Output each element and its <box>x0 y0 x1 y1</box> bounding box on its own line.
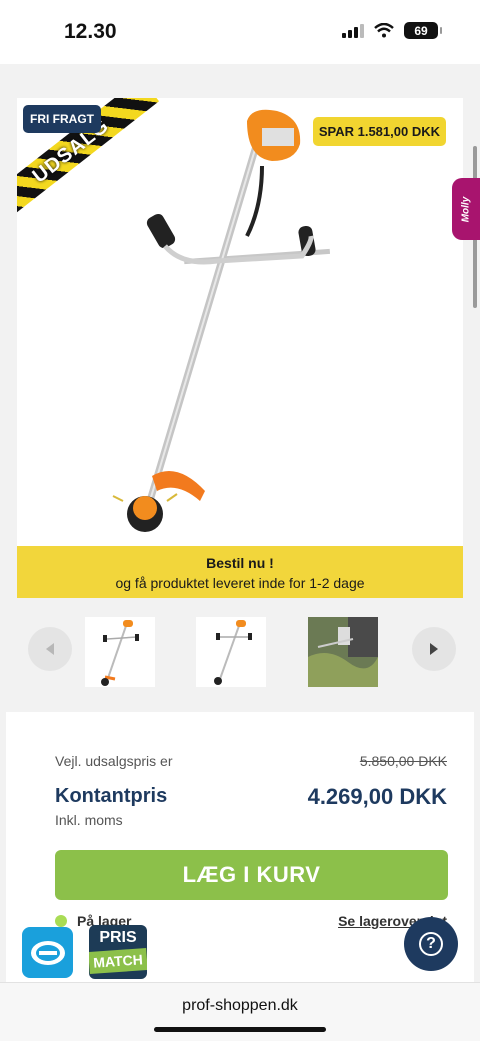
recommended-price-label: Vejl. udsalgspris er <box>55 753 173 769</box>
prismatch-line-2: MATCH <box>89 948 147 974</box>
browser-url-bar[interactable]: prof-shoppen.dk <box>0 982 480 1041</box>
help-icon: ? <box>419 932 443 956</box>
savings-badge: SPAR 1.581,00 DKK <box>312 117 446 146</box>
carousel-prev-button[interactable] <box>28 627 72 671</box>
home-indicator[interactable] <box>154 1027 326 1032</box>
chevron-left-icon <box>46 643 54 655</box>
thumbnail-3[interactable] <box>308 617 378 687</box>
trimmer-thumbnail-image <box>101 620 139 686</box>
help-button[interactable]: ? <box>404 917 458 971</box>
cash-price: 4.269,00 DKK <box>307 784 447 809</box>
battery-level: 69 <box>414 23 428 38</box>
delivery-banner-text: og få produktet leveret inde for 1-2 dag… <box>115 575 365 591</box>
molly-tab-label: Molly <box>460 196 472 222</box>
status-icons: 69 <box>342 22 442 39</box>
delivery-banner: Bestil nu ! og få produktet leveret inde… <box>17 546 463 598</box>
cash-price-label: Kontantpris <box>55 785 168 807</box>
emaerket-icon <box>30 940 65 965</box>
stock-status-dot <box>55 915 67 927</box>
thumbnail-carousel <box>0 614 480 690</box>
free-shipping-badge: FRI FRAGT <box>23 105 101 133</box>
battery-icon: 69 <box>404 22 442 39</box>
add-to-cart-button[interactable]: LÆG I KURV <box>55 850 448 900</box>
thumbnail-1[interactable] <box>85 617 155 687</box>
carousel-next-button[interactable] <box>412 627 456 671</box>
vat-note: Inkl. moms <box>55 812 123 828</box>
product-image-card[interactable]: UDSALG FRI FRAGT SPAR 1.581,00 DKK Besti… <box>17 98 463 598</box>
signal-icon <box>342 23 364 38</box>
delivery-banner-title: Bestil nu ! <box>206 555 274 571</box>
status-time: 12.30 <box>64 20 117 43</box>
url-text: prof-shoppen.dk <box>182 997 298 1014</box>
product-image[interactable] <box>97 106 377 546</box>
molly-chat-tab[interactable]: Molly <box>452 178 480 240</box>
trimmer-in-use-photo <box>308 617 378 687</box>
trimmer-thumbnail-image <box>214 620 252 685</box>
status-bar: 12.30 69 <box>0 0 480 64</box>
thumbnail-2[interactable] <box>196 617 266 687</box>
prismatch-line-1: PRIS <box>99 929 137 946</box>
chevron-right-icon <box>430 643 438 655</box>
emaerket-badge[interactable] <box>22 927 73 978</box>
wifi-icon <box>374 23 394 38</box>
recommended-price: 5.850,00 DKK <box>359 753 447 769</box>
prismatch-badge[interactable]: PRIS MATCH <box>89 925 147 979</box>
